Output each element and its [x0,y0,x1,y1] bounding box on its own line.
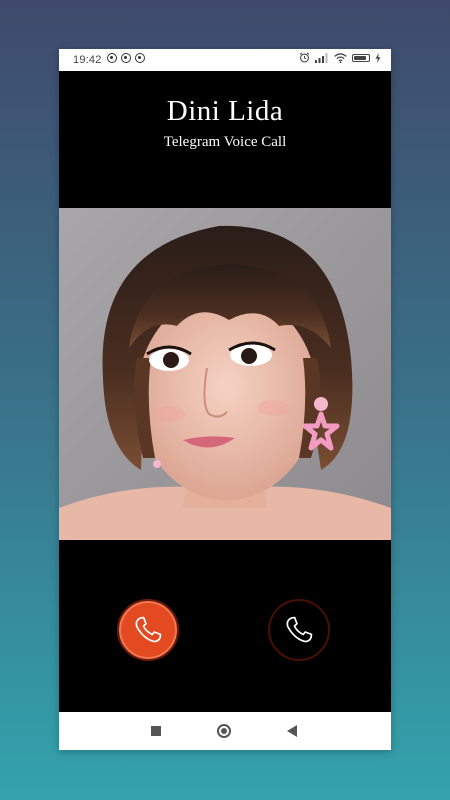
charging-icon [375,52,381,63]
app-notification-icon [135,53,145,63]
status-bar: 19:42 [59,49,391,71]
status-time: 19:42 [73,54,102,66]
phone-icon [286,616,313,643]
decline-call-button[interactable] [117,599,179,661]
recent-apps-icon[interactable] [151,726,161,736]
battery-level [354,55,366,60]
battery-icon [352,53,370,62]
caller-portrait [59,208,391,540]
call-type-label: Telegram Voice Call [163,134,287,150]
navigation-bar [59,712,391,750]
call-header: Dini Lida Telegram Voice Call [59,71,391,208]
wifi-icon [334,52,347,63]
accept-call-button[interactable] [268,599,330,661]
signal-icon [315,52,328,63]
phone-icon [135,616,162,643]
back-icon[interactable] [287,725,297,737]
app-notification-icon [121,53,131,63]
caller-name: Dini Lida [166,95,284,127]
caller-photo [59,208,391,540]
home-icon[interactable] [217,724,231,738]
phone-screen: 19:42 Dini Lida Telegram Voice Call [59,49,391,750]
call-controls [59,540,391,712]
system-icons [299,52,381,63]
notification-icons [107,53,145,63]
alarm-icon [299,52,310,63]
whatsapp-icon [107,53,117,63]
